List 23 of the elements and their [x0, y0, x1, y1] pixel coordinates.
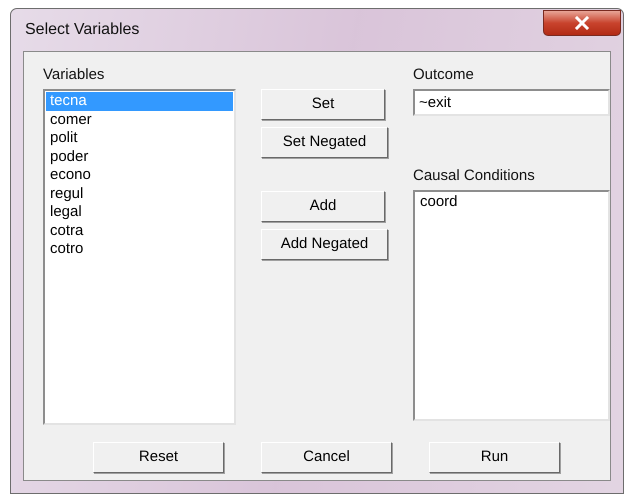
outcome-field[interactable]: ~exit: [413, 89, 610, 116]
list-item[interactable]: econo: [46, 166, 233, 184]
list-item[interactable]: comer: [46, 110, 233, 129]
list-item[interactable]: coord: [416, 193, 607, 212]
list-item[interactable]: legal: [46, 203, 233, 222]
button[interactable]: Set Negated: [261, 127, 388, 158]
button[interactable]: Add Negated: [261, 229, 388, 260]
variables-label: Variables: [43, 66, 106, 84]
button[interactable]: Set: [261, 89, 385, 120]
list-item[interactable]: polit: [46, 129, 233, 148]
close-button[interactable]: [543, 10, 621, 36]
button[interactable]: Run: [429, 442, 560, 473]
button[interactable]: Add: [261, 191, 385, 222]
list-item[interactable]: cotra: [46, 222, 233, 240]
list-item[interactable]: cotro: [46, 240, 233, 258]
button[interactable]: Reset: [93, 442, 224, 473]
button[interactable]: Cancel: [261, 442, 392, 473]
outcome-label: Outcome: [413, 66, 475, 84]
causal-conditions-label: Causal Conditions: [413, 167, 536, 185]
close-icon: [574, 16, 590, 30]
window-title: Select Variables: [24, 20, 140, 40]
list-item[interactable]: poder: [46, 148, 233, 166]
list-item[interactable]: regul: [46, 184, 233, 203]
